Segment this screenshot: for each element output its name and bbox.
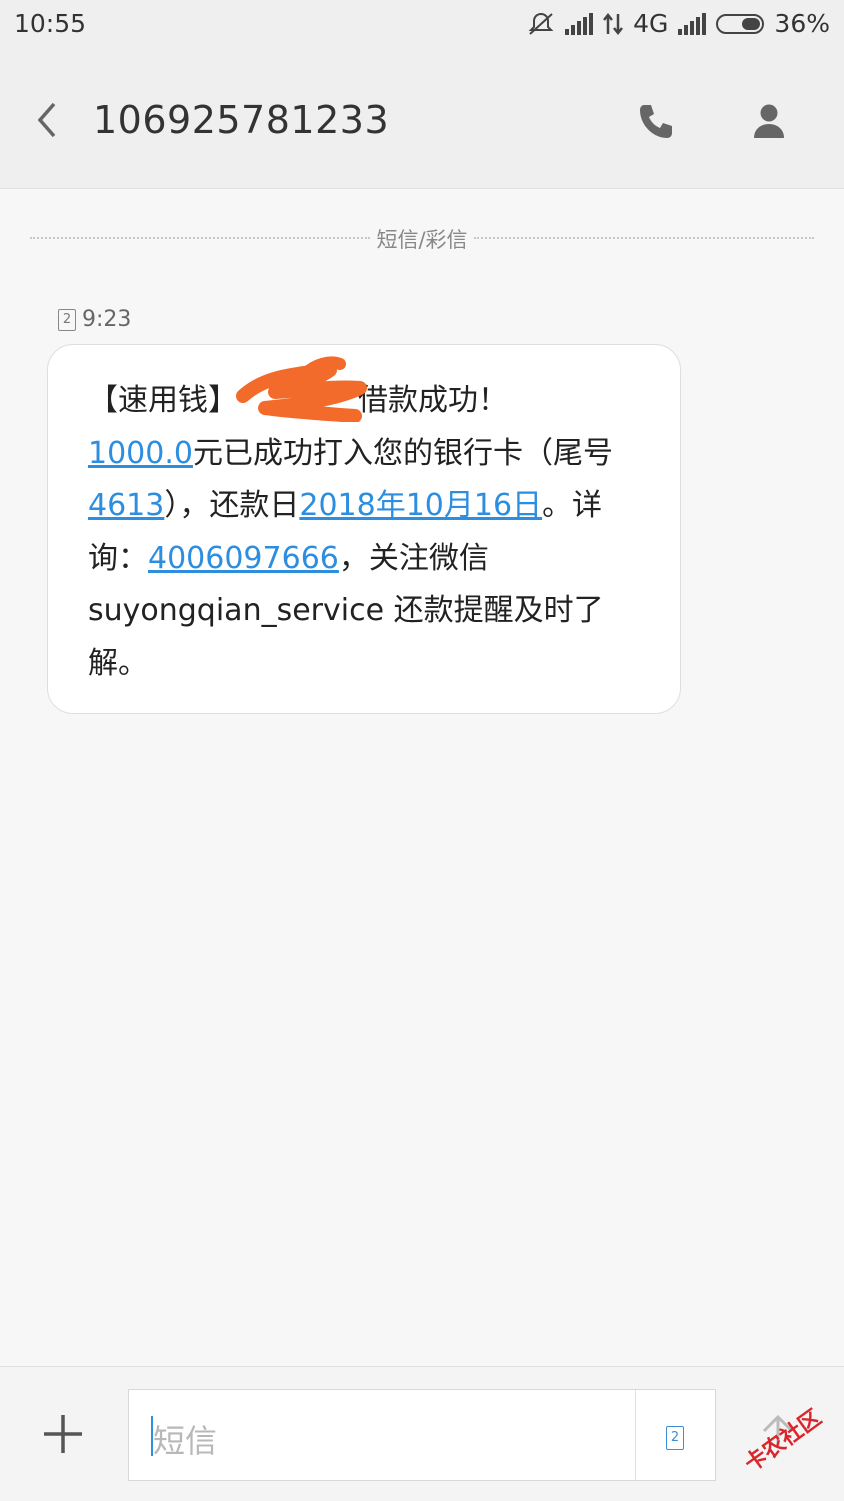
add-attachment-icon[interactable]: [40, 1411, 86, 1457]
phone-number-link[interactable]: 4006097666: [148, 541, 339, 576]
signal-icon-2: [678, 12, 707, 35]
conversation-header: 106925781233: [0, 52, 844, 189]
contact-icon[interactable]: [750, 102, 788, 140]
divider-label: 短信/彩信: [376, 228, 468, 252]
mute-icon: [528, 12, 554, 35]
message-time: 9:23: [82, 307, 132, 332]
redaction-scribble: [236, 356, 367, 422]
message-timestamp: 2 9:23: [58, 307, 131, 332]
battery-icon: [716, 13, 765, 34]
message-input[interactable]: 短信 2: [128, 1389, 716, 1481]
amount-link[interactable]: 1000.0: [88, 436, 193, 471]
message-segment: ），还款日: [164, 488, 300, 523]
message-text: 【速用钱】 借款成功！ 1000.0元已成功打入您的银行卡（尾号 4613），还款日2…: [88, 375, 648, 690]
data-arrows-icon: [603, 12, 624, 35]
battery-percent: 36%: [774, 9, 830, 38]
due-date-link[interactable]: 2018年10月16日: [299, 488, 542, 523]
sim-select-icon[interactable]: 2: [666, 1426, 684, 1450]
card-tail-link[interactable]: 4613: [88, 488, 164, 523]
status-bar: 10:55 4G 36%: [0, 0, 844, 52]
sim-2-icon: 2: [58, 308, 76, 331]
message-segment: 借款成功！: [358, 383, 508, 418]
status-time: 10:55: [14, 9, 87, 38]
message-segment: 元已成功打入您的银行卡（尾号: [192, 435, 613, 471]
composer-bar: 短信 2: [0, 1366, 844, 1501]
network-type: 4G: [633, 9, 669, 38]
message-input-placeholder: 短信: [153, 1422, 218, 1460]
back-icon[interactable]: [32, 98, 64, 142]
contact-number: 106925781233: [93, 98, 390, 142]
signal-icon: [565, 12, 594, 35]
phone-icon[interactable]: [636, 102, 676, 142]
message-segment: 【速用钱】: [88, 383, 238, 418]
message-type-divider: 短信/彩信: [30, 222, 814, 254]
